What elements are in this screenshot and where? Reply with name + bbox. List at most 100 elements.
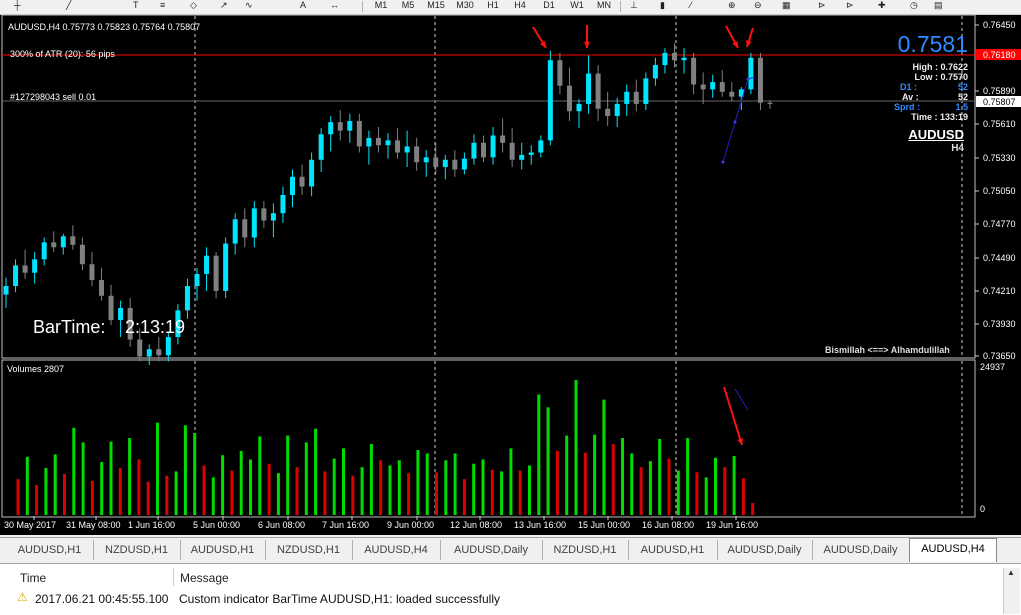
timeframe-m15[interactable]: M15 bbox=[424, 0, 448, 12]
info-symbol: AUDUSD bbox=[908, 127, 964, 142]
volume-bar bbox=[183, 425, 187, 515]
candle-body bbox=[385, 140, 391, 146]
candle-body bbox=[108, 295, 114, 321]
chart-tab[interactable]: AUDUSD,H1 bbox=[628, 540, 718, 560]
chart-tab[interactable]: AUDUSD,H1 bbox=[180, 540, 266, 560]
candle-body bbox=[251, 208, 257, 238]
line-chart-icon[interactable]: ⁄ bbox=[690, 0, 692, 13]
volume-bar bbox=[276, 473, 280, 515]
time-axis-label: 19 Jun 16:00 bbox=[706, 520, 758, 530]
candle-body bbox=[13, 265, 19, 287]
zoom-in-icon[interactable]: ⊕ bbox=[728, 0, 736, 13]
chart-tab[interactable]: AUDUSD,Daily bbox=[812, 540, 910, 560]
candle-body bbox=[652, 65, 658, 79]
volume-bar bbox=[156, 422, 159, 515]
chart-tab[interactable]: NZDUSD,H1 bbox=[93, 540, 181, 560]
chart-tabs-bar: AUDUSD,H1 NZDUSD,H1 AUDUSD,H1 NZDUSD,H1 AUDU… bbox=[0, 537, 1021, 562]
time-axis-label: 30 May 2017 bbox=[4, 520, 56, 530]
volume-bar bbox=[658, 438, 662, 515]
volume-bar bbox=[249, 459, 252, 515]
log-col-time[interactable]: Time bbox=[20, 568, 46, 588]
price-axis-label: 0.75330 bbox=[983, 153, 1016, 163]
templates-icon[interactable]: ▤ bbox=[934, 0, 943, 13]
price-axis-label: 0.74490 bbox=[983, 253, 1016, 263]
timeframe-m5[interactable]: M5 bbox=[399, 0, 417, 12]
info-high: High : 0.7622 bbox=[912, 62, 968, 72]
candle-body bbox=[337, 122, 343, 131]
chart-tab[interactable]: AUDUSD,Daily bbox=[440, 540, 543, 560]
candle-body bbox=[528, 152, 534, 155]
volume-bar bbox=[723, 467, 727, 515]
volume-bar bbox=[490, 469, 494, 515]
text-tool-icon[interactable]: T bbox=[133, 0, 139, 13]
label-tool-icon[interactable]: A bbox=[300, 0, 306, 13]
toolbar-separator bbox=[620, 1, 621, 12]
line-tool-icon[interactable]: ╱ bbox=[66, 0, 71, 13]
chart-tab[interactable]: NZDUSD,H1 bbox=[265, 540, 353, 560]
price-axis-label: 0.74210 bbox=[983, 286, 1016, 296]
volume-bar bbox=[388, 465, 392, 515]
chart-tab[interactable]: AUDUSD,H4 bbox=[352, 540, 441, 560]
candle-body bbox=[566, 85, 572, 112]
candle-body bbox=[165, 337, 171, 356]
timeframe-h4[interactable]: H4 bbox=[511, 0, 529, 12]
timeframe-h1[interactable]: H1 bbox=[484, 0, 502, 12]
candle-body bbox=[137, 339, 143, 357]
candle-body bbox=[414, 146, 420, 163]
fibo-tool-icon[interactable]: ≡ bbox=[160, 0, 165, 13]
bar-chart-icon[interactable]: ⊥ bbox=[630, 0, 638, 13]
chart-tab[interactable]: NZDUSD,H1 bbox=[542, 540, 629, 560]
cycle-tool-icon[interactable]: ∿ bbox=[245, 0, 253, 13]
crosshair-cursor-icon[interactable]: ┼ bbox=[14, 0, 20, 13]
volume-bar bbox=[593, 434, 597, 515]
chart-tab[interactable]: AUDUSD,Daily bbox=[717, 540, 813, 560]
volume-bar bbox=[323, 471, 327, 515]
candle-body bbox=[318, 134, 324, 160]
volume-bar bbox=[100, 462, 104, 515]
volume-bar bbox=[602, 399, 606, 515]
volume-bar bbox=[435, 472, 438, 515]
candle-body bbox=[60, 236, 66, 248]
log-col-message[interactable]: Message bbox=[180, 568, 229, 588]
timeframe-mn[interactable]: MN bbox=[594, 0, 614, 12]
volume-bar bbox=[81, 442, 85, 515]
volume-zero-label: 0 bbox=[980, 504, 986, 514]
shapes-tool-icon[interactable]: ◇ bbox=[190, 0, 197, 13]
scroll-up-icon[interactable]: ▲ bbox=[1007, 568, 1015, 577]
info-d1-label: D1 : bbox=[900, 82, 918, 92]
indicators-icon[interactable]: ✚ bbox=[878, 0, 886, 13]
toolbar: ┼ ╱ T ≡ ◇ ↗ ∿ A ↔ M1 M5 M15 M30 H1 H4 D1… bbox=[0, 0, 1021, 15]
volume-bar bbox=[481, 459, 485, 515]
candle-body bbox=[614, 103, 620, 117]
arrow-tool-icon[interactable]: ↗ bbox=[220, 0, 228, 13]
zoom-out-icon[interactable]: ⊖ bbox=[754, 0, 762, 13]
chart-window[interactable]: 0.76450 0.75890 0.75610 0.75330 0.75050 0.747… bbox=[0, 15, 1021, 535]
periods-icon[interactable]: ◷ bbox=[910, 0, 918, 13]
candle-body bbox=[3, 286, 9, 295]
timeframe-d1[interactable]: D1 bbox=[540, 0, 558, 12]
chart-tab[interactable]: AUDUSD,H4 bbox=[909, 538, 997, 562]
volume-bar bbox=[369, 444, 373, 515]
bar-time-label: BarTime: bbox=[33, 317, 106, 337]
candle-body bbox=[70, 236, 76, 245]
timeframe-m30[interactable]: M30 bbox=[453, 0, 477, 12]
more-tools-icon[interactable]: ↔ bbox=[330, 0, 339, 13]
log-row[interactable]: ⚠ 2017.06.21 00:45:55.100 Custom indicat… bbox=[0, 589, 1000, 609]
volume-bar bbox=[546, 407, 550, 515]
volume-bar bbox=[165, 475, 169, 515]
volume-bar bbox=[574, 379, 578, 515]
timeframe-w1[interactable]: W1 bbox=[568, 0, 586, 12]
volume-bar bbox=[509, 448, 513, 515]
candle-body bbox=[442, 159, 448, 168]
log-scrollbar[interactable]: ▲ bbox=[1003, 568, 1020, 614]
warning-icon: ⚠ bbox=[17, 590, 28, 604]
timeframe-m1[interactable]: M1 bbox=[372, 0, 390, 12]
volume-bar bbox=[397, 460, 401, 515]
candle-body bbox=[395, 140, 401, 153]
chart-tab[interactable]: AUDUSD,H1 bbox=[6, 540, 94, 560]
scroll-chart-icon[interactable]: ⊳ bbox=[818, 0, 826, 13]
tile-windows-icon[interactable]: ▦ bbox=[782, 0, 791, 13]
candle-chart-icon[interactable]: ▮ bbox=[660, 0, 665, 13]
price-chart[interactable]: 0.76450 0.75890 0.75610 0.75330 0.75050 0.747… bbox=[0, 15, 1021, 535]
chart-shift-icon[interactable]: ⊳ bbox=[846, 0, 854, 13]
